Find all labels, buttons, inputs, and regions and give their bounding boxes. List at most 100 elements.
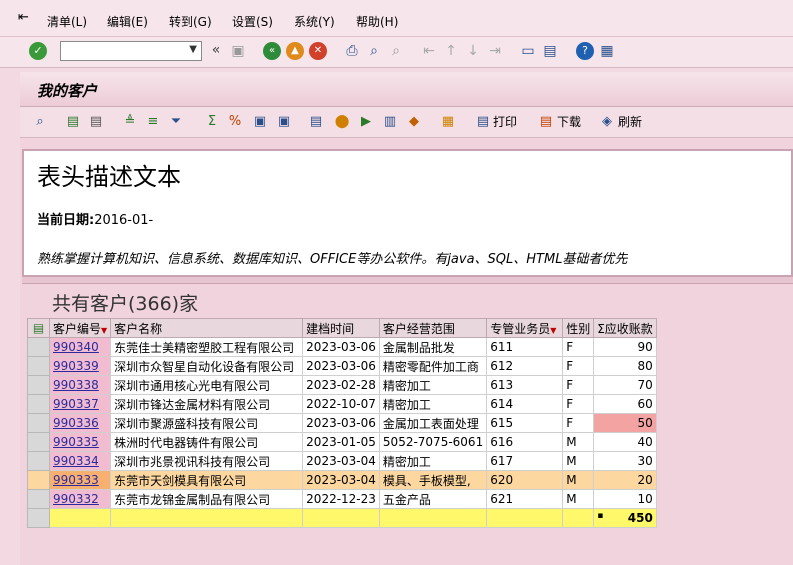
find-next-icon[interactable]: ⌕ <box>387 42 405 60</box>
exit-icon[interactable]: ▲ <box>286 42 304 60</box>
deselect-all-icon[interactable]: ▤ <box>88 114 104 130</box>
print-button[interactable]: 打印 <box>493 114 517 130</box>
customer-id-link[interactable]: 990334 <box>48 451 112 471</box>
export-icon[interactable]: ▣ <box>252 114 268 130</box>
cancel-icon[interactable]: ✕ <box>309 42 327 60</box>
row-selector[interactable] <box>27 470 50 490</box>
customer-name-cell: 深圳市聚源盛科技有限公司 <box>110 413 304 433</box>
subtotal-icon[interactable]: % <box>227 114 243 130</box>
row-selector[interactable] <box>27 375 50 395</box>
graphic-icon[interactable]: ⬤ <box>334 114 350 130</box>
row-selector[interactable] <box>27 413 50 433</box>
column-header-customer-name[interactable]: 客户名称 <box>110 318 304 338</box>
download-button[interactable]: 下载 <box>557 114 581 130</box>
details-icon[interactable]: ⌕ <box>32 114 48 130</box>
column-header-sales-rep[interactable]: 专管业务员▼ <box>486 318 564 338</box>
gender-cell: M <box>562 470 595 490</box>
menu-settings[interactable]: 设置(S) <box>232 13 273 30</box>
column-header-created-date[interactable]: 建档时间 <box>302 318 380 338</box>
row-selector[interactable] <box>27 489 50 509</box>
first-page-icon[interactable]: ⇤ <box>420 42 438 60</box>
last-page-icon[interactable]: ⇥ <box>486 42 504 60</box>
gender-cell: F <box>562 337 595 357</box>
customer-grid: ▤ 客户编号▼ 客户名称 建档时间 客户经营范围 专管业务员▼ 性别 Σ应收账款… <box>27 318 657 528</box>
customer-id-link[interactable]: 990339 <box>48 356 112 376</box>
view-icon[interactable]: ▶ <box>358 114 374 130</box>
menu-goto[interactable]: 转到(G) <box>169 13 212 30</box>
word-processing-icon[interactable]: ▥ <box>382 114 398 130</box>
menu-bar: ⇤ 清单(L) 编辑(E) 转到(G) 设置(S) 系统(Y) 帮助(H) <box>0 0 793 37</box>
customer-name-cell: 东莞市龙锦金属制品有限公司 <box>110 489 304 509</box>
created-date-cell: 2023-03-04 <box>302 451 380 471</box>
table-row: 990335 株洲时代电器铸件有限公司 2023-01-05 5052-7075… <box>27 432 657 452</box>
refresh-button[interactable]: 刷新 <box>618 114 642 130</box>
help-icon[interactable]: ? <box>576 42 594 60</box>
customer-id-link[interactable]: 990340 <box>48 337 112 357</box>
sales-rep-cell: 621 <box>486 489 564 509</box>
back-icon[interactable]: « <box>263 42 281 60</box>
find-icon[interactable]: ⌕ <box>365 42 383 60</box>
table-row: 990338 深圳市通用核心光电有限公司 2023-02-28 精密加工 613… <box>27 375 657 395</box>
column-header-business-scope[interactable]: 客户经营范围 <box>378 318 488 338</box>
row-selector[interactable] <box>27 508 50 528</box>
total-empty-cell <box>302 508 380 528</box>
command-field[interactable]: ▼ <box>60 41 202 61</box>
shortcut-icon[interactable]: ▤ <box>541 42 559 60</box>
customer-id-link[interactable]: 990338 <box>48 375 112 395</box>
receivables-cell-highlighted: 50 <box>593 413 657 433</box>
row-selector[interactable] <box>27 394 50 414</box>
receivables-cell: 70 <box>593 375 657 395</box>
sort-ascending-icon[interactable]: ≜ <box>122 114 138 130</box>
gender-cell: M <box>562 451 595 471</box>
customer-count-label: 共有客户(366)家 <box>52 293 199 315</box>
print-icon[interactable]: ⎙ <box>343 42 361 60</box>
row-selector[interactable] <box>27 337 50 357</box>
business-scope-cell: 精密零配件加工商 <box>378 356 488 376</box>
column-header-gender[interactable]: 性别 <box>562 318 595 338</box>
sort-descending-icon[interactable]: ≡ <box>145 114 161 130</box>
receivables-cell: 30 <box>593 451 657 471</box>
row-selector[interactable] <box>27 451 50 471</box>
table-row: 990336 深圳市聚源盛科技有限公司 2023-03-06 金属加工表面处理 … <box>27 413 657 433</box>
customer-id-link[interactable]: 990337 <box>48 394 112 414</box>
grid-layout-icon[interactable]: ▦ <box>440 114 456 130</box>
menu-list[interactable]: 清单(L) <box>47 13 87 30</box>
collapse-history-icon[interactable]: « <box>207 41 225 59</box>
spreadsheet-icon[interactable]: ▣ <box>276 114 292 130</box>
customer-id-link[interactable]: 990335 <box>48 432 112 452</box>
layout-select-icon[interactable]: ▤ <box>27 318 50 338</box>
enter-check-icon[interactable]: ✓ <box>29 42 47 60</box>
new-session-icon[interactable]: ▭ <box>519 42 537 60</box>
sum-icon[interactable]: Σ <box>204 114 220 130</box>
created-date-cell: 2023-02-28 <box>302 375 380 395</box>
abc-analysis-icon[interactable]: ▤ <box>308 114 324 130</box>
menu-edit[interactable]: 编辑(E) <box>107 13 148 30</box>
system-menu-icon[interactable]: ⇤ <box>18 10 29 25</box>
row-selector[interactable] <box>27 356 50 376</box>
menu-system[interactable]: 系统(Y) <box>294 13 335 30</box>
sales-rep-cell: 616 <box>486 432 564 452</box>
column-header-customer-id[interactable]: 客户编号▼ <box>48 318 112 338</box>
row-selector[interactable] <box>27 432 50 452</box>
dropdown-arrow-icon[interactable]: ▼ <box>189 44 197 55</box>
splitter-handle[interactable] <box>22 277 793 284</box>
refresh-button-icon[interactable]: ◈ <box>599 114 615 130</box>
save-icon[interactable]: ▣ <box>229 42 247 60</box>
total-row: ▪ 450 <box>27 508 657 528</box>
receivables-cell: 10 <box>593 489 657 509</box>
layout-icon[interactable]: ◆ <box>406 114 422 130</box>
download-button-icon[interactable]: ▤ <box>538 114 554 130</box>
customize-layout-icon[interactable]: ▦ <box>598 42 616 60</box>
column-header-receivables[interactable]: Σ应收账款 <box>593 318 657 338</box>
next-page-icon[interactable]: ↓ <box>464 42 482 60</box>
menu-help[interactable]: 帮助(H) <box>356 13 398 30</box>
customer-id-link[interactable]: 990336 <box>48 413 112 433</box>
print-button-icon[interactable]: ▤ <box>475 114 491 130</box>
select-all-icon[interactable]: ▤ <box>65 114 81 130</box>
previous-page-icon[interactable]: ↑ <box>442 42 460 60</box>
customer-id-link[interactable]: 990332 <box>48 489 112 509</box>
customer-id-link[interactable]: 990333 <box>48 470 112 490</box>
filter-icon[interactable]: ⏷ <box>168 114 184 130</box>
gender-cell: F <box>562 356 595 376</box>
table-row: 990340 东莞佳士美精密塑胶工程有限公司 2023-03-06 金属制品批发… <box>27 337 657 357</box>
